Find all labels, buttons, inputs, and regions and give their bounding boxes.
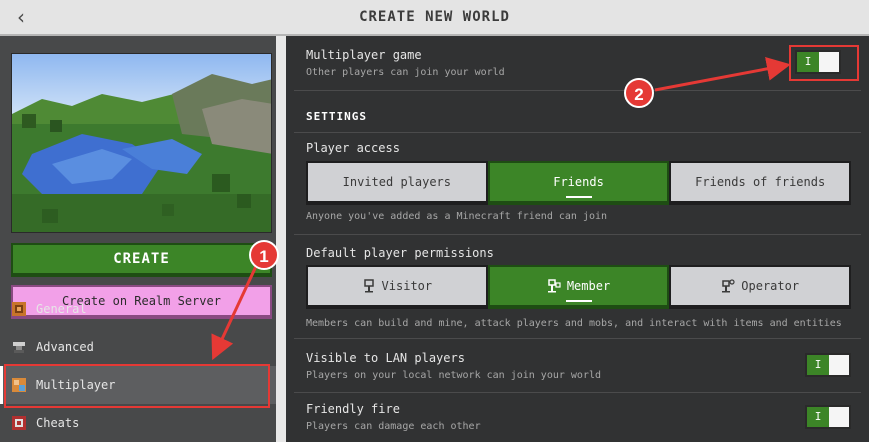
toggle-highlight-box [789, 45, 859, 81]
nav-label-cheats: Cheats [36, 416, 80, 430]
settings-gear-icon [11, 301, 27, 317]
default-permissions-label: Default player permissions [306, 246, 494, 260]
option-visitor-label: Visitor [381, 279, 433, 293]
step-one-badge: 1 [249, 240, 279, 270]
lan-visibility-description: Players on your local network can join y… [306, 370, 602, 381]
option-invited-players[interactable]: Invited players [306, 161, 488, 205]
member-icon [547, 279, 561, 293]
friendly-fire-label: Friendly fire [306, 402, 400, 416]
visitor-icon [362, 279, 376, 293]
option-member[interactable]: Member [487, 265, 670, 309]
operator-icon [721, 279, 735, 293]
player-access-hint: Anyone you've added as a Minecraft frien… [306, 211, 608, 222]
settings-heading: SETTINGS [306, 110, 367, 123]
toggle-knob [829, 407, 849, 427]
nav-item-cheats[interactable]: Cheats [0, 404, 276, 442]
nav-item-general[interactable]: General [0, 290, 276, 328]
page-title: CREATE NEW WORLD [359, 9, 510, 25]
lan-visibility-label: Visible to LAN players [306, 351, 465, 365]
nav-label-advanced: Advanced [36, 340, 94, 354]
player-access-selector: Invited players Friends Friends of frien… [306, 161, 852, 205]
settings-panel: Multiplayer game Other players can join … [286, 36, 869, 442]
multiplayer-highlight-box [4, 364, 270, 408]
option-friends[interactable]: Friends [487, 161, 670, 205]
divider [294, 234, 861, 235]
nav-label-general: General [36, 302, 87, 316]
toggle-on-indicator: I [807, 407, 829, 427]
multiplayer-game-label: Multiplayer game [306, 48, 422, 62]
step-two-badge: 2 [624, 78, 654, 108]
create-world-button[interactable]: CREATE [11, 243, 272, 277]
divider [294, 90, 861, 91]
left-scrollbar[interactable] [276, 36, 286, 442]
friendly-fire-toggle[interactable]: I [805, 405, 851, 429]
option-member-label: Member [566, 279, 611, 293]
world-preview-image [11, 53, 272, 233]
option-operator-label: Operator [741, 279, 800, 293]
option-operator[interactable]: Operator [669, 265, 852, 309]
permissions-hint: Members can build and mine, attack playe… [306, 318, 842, 329]
multiplayer-game-description: Other players can join your world [306, 67, 505, 78]
divider [294, 338, 861, 339]
cheats-icon [11, 415, 27, 431]
toggle-knob [829, 355, 849, 375]
divider [294, 132, 861, 133]
top-bar: ‹ CREATE NEW WORLD [0, 0, 869, 36]
nav-item-advanced[interactable]: Advanced [0, 328, 276, 366]
friendly-fire-description: Players can damage each other [306, 421, 481, 432]
divider [294, 392, 861, 393]
player-access-label: Player access [306, 141, 400, 155]
option-visitor[interactable]: Visitor [306, 265, 488, 309]
anvil-icon [11, 339, 27, 355]
toggle-on-indicator: I [807, 355, 829, 375]
option-friends-of-friends[interactable]: Friends of friends [669, 161, 852, 205]
lan-visibility-toggle[interactable]: I [805, 353, 851, 377]
permissions-selector: Visitor Member Operator [306, 265, 852, 309]
